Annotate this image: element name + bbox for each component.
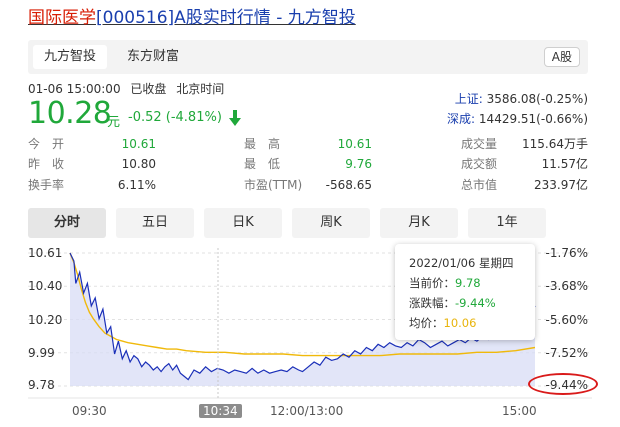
stat-value: 11.57亿 [541,157,588,171]
tab-jiufang[interactable]: 九方智投 [33,45,108,69]
percent-tick-label: -5.60% [545,313,588,327]
index-value: 3586.08(-0.25%) [486,92,588,106]
tab-monthly-k[interactable]: 月K [380,208,458,238]
stat-label: 市盈(TTM) [244,178,303,192]
tab-five-day[interactable]: 五日 [116,208,194,238]
page-title[interactable]: 国际医学[000516]A股实时行情 - 九方智投 [28,6,356,30]
percent-tick-label: -3.68% [545,279,588,293]
price-unit: 元 [107,115,121,130]
tooltip-avg-value: 10.06 [443,316,477,330]
stat-label: 昨 收 [28,157,65,171]
market-status: 已收盘 [130,82,167,96]
timezone-label: 北京时间 [176,82,225,96]
source-tab-bar: 九方智投 东方财富 A股 [28,40,588,74]
chart-tooltip: 2022/01/06 星期四 当前价：9.78 涨跌幅：-9.44% 均价：10… [395,244,535,340]
x-tick-label: 15:00 [502,404,537,418]
index-value: 14429.51(-0.66%) [478,112,588,126]
x-tick-label[interactable]: 10:34 [199,404,242,418]
percent-tick-label: -1.76% [545,246,588,260]
tab-eastmoney[interactable]: 东方财富 [116,45,190,69]
y-tick-label: 10.20 [28,313,63,327]
tooltip-current-label: 当前价： [409,276,455,290]
current-price: 10.28 [28,96,112,131]
tooltip-current-value: 9.78 [455,276,481,290]
x-tick-label: 09:30 [72,404,107,418]
stat-label: 今 开 [28,137,65,151]
tooltip-current: 当前价：9.78 [409,273,521,293]
annotation-circle [528,373,598,395]
tab-weekly-k[interactable]: 周K [292,208,370,238]
stat-label: 换手率 [28,178,65,192]
stat-value: -568.65 [325,178,372,192]
tooltip-change-value: -9.44% [455,296,496,310]
tooltip-avg-label: 均价： [409,316,444,330]
y-tick-label: 10.40 [28,279,63,293]
tab-intraday[interactable]: 分时 [28,208,106,238]
quote-time-text: 01-06 15:00:00 [28,82,121,96]
stock-name: 国际医学 [28,8,96,28]
stat-value: 10.80 [121,157,156,171]
stat-value: 115.64万手 [522,137,588,151]
y-tick-label: 10.61 [28,246,63,260]
index-shenzhen[interactable]: 深成: 14429.51(-0.66%) [447,110,588,127]
stat-value: 10.61 [337,137,372,151]
tooltip-avg: 均价：10.06 [409,313,521,333]
price-change: -0.52 (-4.81%) [128,110,222,125]
tooltip-date: 2022/01/06 星期四 [409,256,514,270]
index-shanghai[interactable]: 上证: 3586.08(-0.25%) [455,90,588,107]
y-tick-label: 9.99 [28,346,55,360]
stat-label: 成交额 [461,157,498,171]
down-arrow-icon [229,110,241,126]
y-tick-label: 9.78 [28,378,55,392]
stat-label: 总市值 [461,178,498,192]
market-badge[interactable]: A股 [543,47,580,67]
stat-value: 9.76 [345,157,372,171]
x-tick-label: 12:00/13:00 [270,404,344,418]
range-tab-bar: 分时 五日 日K 周K 月K 1年 [28,208,588,238]
index-label: 上证: [454,92,483,106]
quote-datetime: 01-06 15:00:00 已收盘 北京时间 [28,80,224,97]
tab-one-year[interactable]: 1年 [468,208,546,238]
tab-daily-k[interactable]: 日K [204,208,282,238]
stat-label: 成交量 [461,137,498,151]
percent-tick-label: -7.52% [545,346,588,360]
tooltip-change-label: 涨跌幅： [409,296,455,310]
stat-value: 6.11% [117,178,156,192]
title-rest: [000516]A股实时行情 - 九方智投 [96,8,356,28]
index-label: 深成: [447,112,476,126]
stat-value: 10.61 [121,137,156,151]
stat-label: 最 高 [244,137,281,151]
stat-label: 最 低 [244,157,281,171]
stat-value: 233.97亿 [534,178,588,192]
tooltip-change: 涨跌幅：-9.44% [409,293,521,313]
